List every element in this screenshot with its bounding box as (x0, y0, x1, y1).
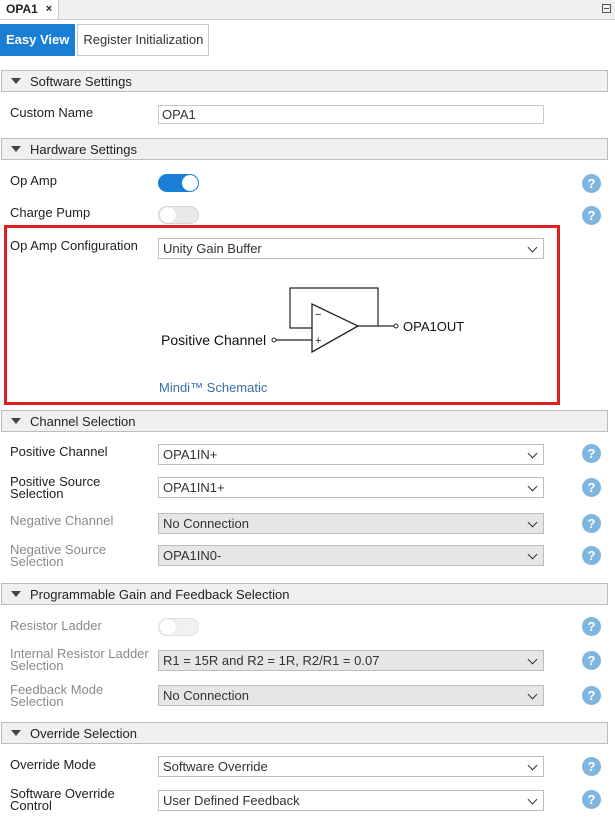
op-amp-schematic: − + Positive Channel OPA1OUT (161, 287, 464, 354)
select-value: No Connection (163, 688, 249, 703)
chevron-down-icon (527, 242, 538, 253)
positive-channel-text: Positive Channel (161, 332, 266, 348)
chevron-down-icon (527, 448, 538, 459)
chevron-down-icon (527, 517, 538, 528)
positive-channel-select[interactable]: OPA1IN+ (158, 444, 544, 465)
negative-source-select[interactable]: OPA1IN0- (158, 545, 544, 566)
internal-resistor-ladder-select[interactable]: R1 = 15R and R2 = 1R, R2/R1 = 0.07 (158, 650, 544, 671)
toggle-knob (160, 207, 176, 223)
input-terminal (271, 337, 277, 343)
positive-source-selection-label: Positive Source Selection (10, 474, 101, 501)
help-icon[interactable]: ? (582, 546, 601, 565)
section-title: Software Settings (30, 73, 132, 89)
help-icon[interactable]: ? (582, 686, 601, 705)
tab-register-initialization[interactable]: Register Initialization (77, 24, 210, 56)
select-value: Unity Gain Buffer (163, 241, 262, 256)
mindi-schematic-link[interactable]: Mindi™ Schematic (159, 380, 267, 395)
op-amp-configuration-select[interactable]: Unity Gain Buffer (158, 238, 544, 259)
help-icon[interactable]: ? (582, 444, 601, 463)
help-icon[interactable]: ? (582, 478, 601, 497)
charge-pump-label: Charge Pump (10, 205, 91, 220)
output-terminal (393, 323, 399, 329)
positive-channel-label: Positive Channel (10, 444, 108, 459)
minimize-icon[interactable] (602, 4, 611, 13)
toggle-knob (160, 619, 176, 635)
software-override-control-select[interactable]: User Defined Feedback (158, 790, 544, 811)
charge-pump-toggle[interactable] (158, 206, 199, 224)
op-amp-toggle[interactable] (158, 174, 199, 192)
help-icon[interactable]: ? (582, 790, 601, 809)
help-icon[interactable]: ? (582, 206, 601, 225)
tab-easy-view[interactable]: Easy View (0, 24, 76, 56)
internal-resistor-ladder-label: Internal Resistor Ladder Selection (10, 646, 149, 673)
chevron-down-icon (527, 760, 538, 771)
toggle-knob (182, 175, 198, 191)
collapse-triangle-icon (11, 146, 21, 152)
resistor-ladder-toggle[interactable] (158, 618, 199, 636)
chevron-down-icon (527, 654, 538, 665)
select-value: User Defined Feedback (163, 793, 300, 808)
output-text: OPA1OUT (403, 319, 464, 334)
help-icon[interactable]: ? (582, 757, 601, 776)
chevron-down-icon (527, 689, 538, 700)
op-amp-configuration-label: Op Amp Configuration (10, 238, 138, 253)
plus-sign: + (315, 335, 321, 347)
select-value: No Connection (163, 516, 249, 531)
collapse-triangle-icon (11, 730, 21, 736)
section-title: Programmable Gain and Feedback Selection (30, 586, 290, 602)
chevron-down-icon (527, 549, 538, 560)
minus-sign: − (315, 309, 321, 321)
op-amp-label: Op Amp (10, 173, 57, 188)
help-icon[interactable]: ? (582, 174, 601, 193)
select-value: OPA1IN+ (163, 447, 218, 462)
help-icon[interactable]: ? (582, 651, 601, 670)
override-mode-select[interactable]: Software Override (158, 756, 544, 777)
negative-channel-select[interactable]: No Connection (158, 513, 544, 534)
custom-name-label: Custom Name (10, 105, 94, 120)
feedback-mode-select[interactable]: No Connection (158, 685, 544, 706)
collapse-triangle-icon (11, 418, 21, 424)
section-programmable-gain[interactable]: Programmable Gain and Feedback Selection (1, 583, 608, 605)
section-title: Override Selection (30, 725, 137, 741)
document-tab-title: OPA1 (6, 2, 38, 16)
custom-name-input[interactable]: OPA1 (158, 105, 544, 124)
resistor-ladder-label: Resistor Ladder (10, 618, 102, 633)
document-tab-strip: OPA1 × (0, 0, 615, 20)
negative-source-selection-label: Negative Source Selection (10, 542, 107, 569)
section-title: Hardware Settings (30, 141, 137, 157)
feedback-mode-label: Feedback Mode Selection (10, 682, 104, 709)
section-override-selection[interactable]: Override Selection (1, 722, 608, 744)
positive-source-select[interactable]: OPA1IN1+ (158, 477, 544, 498)
select-value: OPA1IN0- (163, 548, 222, 563)
select-value: Software Override (163, 759, 268, 774)
section-title: Channel Selection (30, 413, 136, 429)
override-mode-label: Override Mode (10, 757, 96, 772)
help-icon[interactable]: ? (582, 514, 601, 533)
section-hardware-settings[interactable]: Hardware Settings (1, 138, 608, 160)
document-tab-opa1[interactable]: OPA1 × (0, 0, 60, 19)
close-icon[interactable]: × (46, 0, 52, 19)
negative-channel-label: Negative Channel (10, 513, 114, 528)
chevron-down-icon (527, 481, 538, 492)
select-value: R1 = 15R and R2 = 1R, R2/R1 = 0.07 (163, 653, 380, 668)
section-software-settings[interactable]: Software Settings (1, 70, 608, 92)
collapse-triangle-icon (11, 78, 21, 84)
software-override-control-label: Software Override Control (10, 786, 115, 813)
collapse-triangle-icon (11, 591, 21, 597)
chevron-down-icon (527, 794, 538, 805)
view-tabs: Easy View Register Initialization (0, 24, 211, 56)
help-icon[interactable]: ? (582, 617, 601, 636)
section-channel-selection[interactable]: Channel Selection (1, 410, 608, 432)
select-value: OPA1IN1+ (163, 480, 225, 495)
